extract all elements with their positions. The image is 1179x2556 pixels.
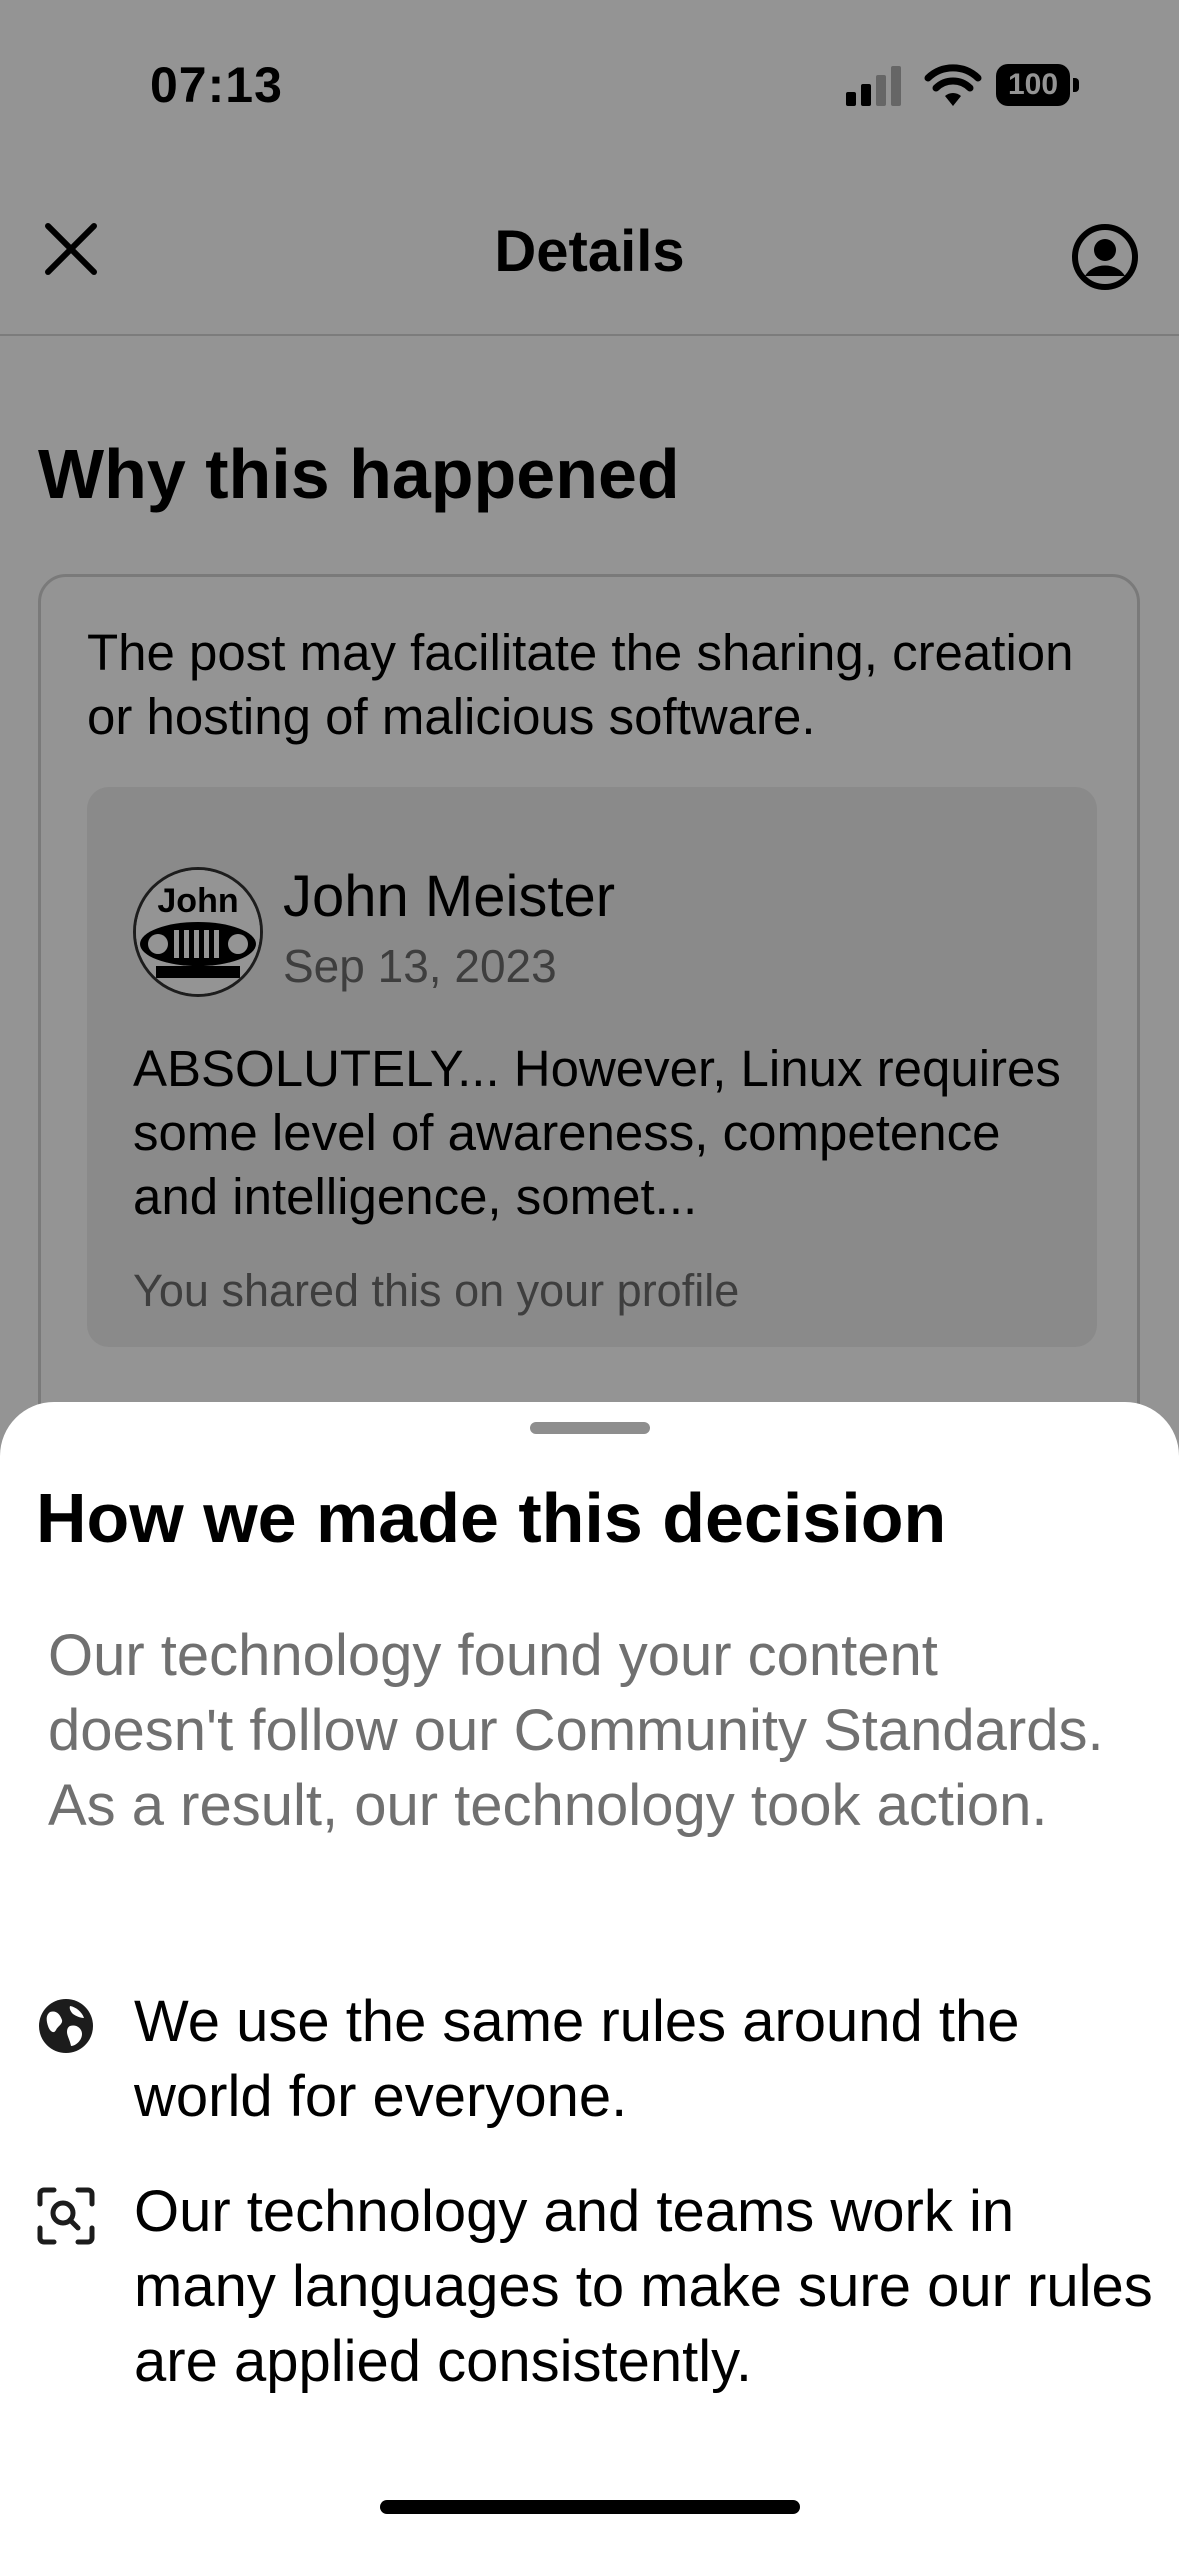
point-text-2: Our technology and teams work in many la… bbox=[134, 2179, 1153, 2394]
sheet-title: How we made this decision bbox=[36, 1479, 947, 1557]
sheet-description: Our technology found your content doesn'… bbox=[48, 1623, 1104, 1838]
screen: 07:13 100 Details Why this happened The … bbox=[0, 0, 1179, 2556]
scan-search-icon bbox=[37, 2187, 95, 2245]
bottom-sheet: How we made this decision Our technology… bbox=[0, 1402, 1179, 2556]
globe-icon bbox=[39, 1999, 93, 2053]
sheet-grabber[interactable] bbox=[530, 1422, 650, 1434]
point-text-1: We use the same rules around the world f… bbox=[134, 1989, 1020, 2129]
home-indicator[interactable] bbox=[380, 2500, 800, 2514]
